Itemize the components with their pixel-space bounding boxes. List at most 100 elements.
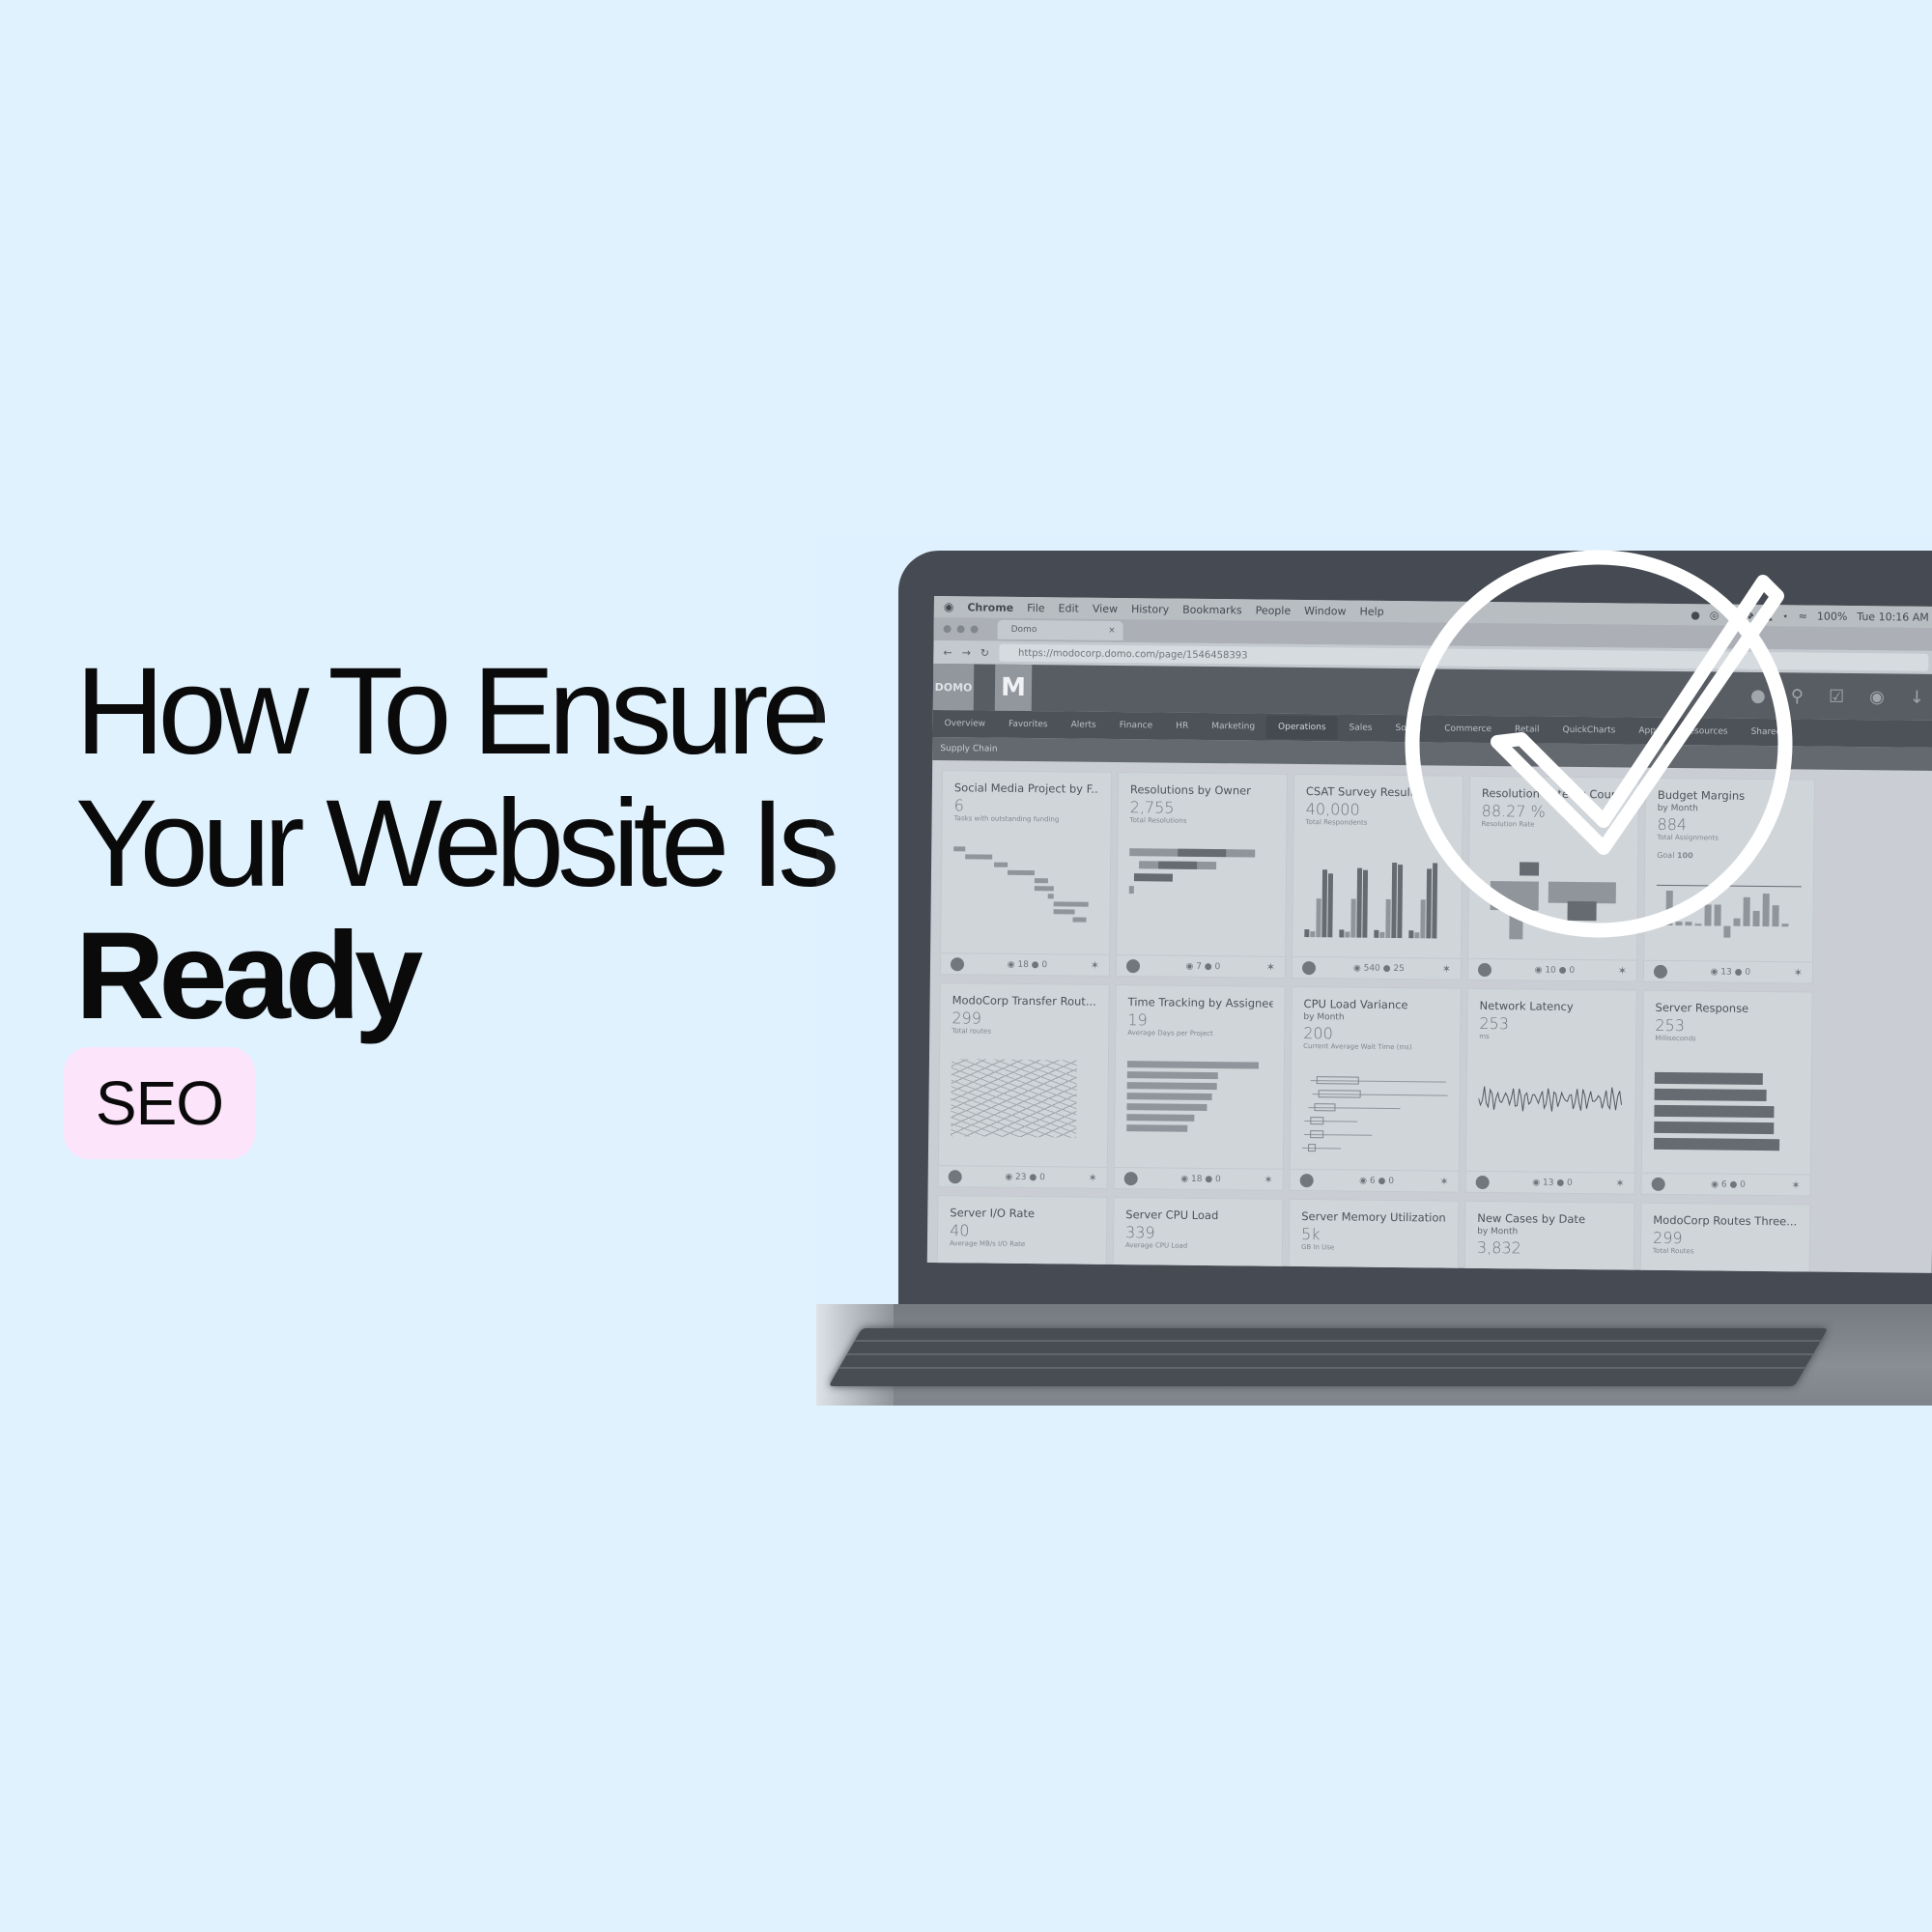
chart-bar [1178,848,1227,858]
card-label: Average CPU Load [1124,1241,1188,1250]
chart-bar [1654,1104,1775,1119]
views-count: 540 [1363,963,1380,974]
dashboard-card: CPU Load Variance by Month 200 Current Aver… [1289,985,1462,1193]
views-icon: ◉ [1005,1172,1016,1182]
menu-item: View [1092,602,1119,615]
card-label: Total Resolutions [1129,816,1187,825]
card-value: 19 [1127,1010,1148,1030]
chart-bar [1128,886,1134,895]
dashboard-card: New Cases by Date by Month 3,832 [1463,1200,1635,1273]
card-value: 253 [1655,1015,1686,1036]
chart-bar [1356,867,1363,938]
box [1310,1130,1324,1139]
chart-bar [1316,898,1321,938]
card-stats: ◉ 540 ● 25 [1316,963,1442,974]
card-title: Social Media Project by F... [953,781,1099,796]
dashboard-card: Social Media Project by F... 6 Tasks with … [939,770,1113,977]
card-value: 2,755 [1129,798,1175,817]
card-footer: ◉ 18 ● 0 ✶ [1114,1166,1283,1190]
comments-count: 0 [1215,1174,1221,1184]
card-value: 40 [950,1221,970,1240]
menu-item: People [1255,603,1292,617]
card-stats: ◉ 23 ● 0 [962,1172,1089,1182]
menu-item: Window [1304,604,1347,617]
chart-bar [1654,1088,1767,1102]
chart-bar [1034,886,1054,892]
chart-bar [1654,1137,1780,1151]
views-icon: ◉ [1180,1174,1192,1184]
chart-bar [1053,909,1075,915]
card-footer: ◉ 13 ● 0 ✶ [1465,1170,1634,1194]
chart-bar [1345,931,1350,938]
views-icon: ◉ [1532,1178,1544,1188]
chart-bar [1350,898,1356,938]
dashboard-card: Resolutions by Owner 2,755 Total Resolutio… [1115,772,1289,979]
dashboard-card: Server CPU Load 339 Average CPU Load [1112,1196,1284,1273]
card-subtitle: by Month [1303,1012,1345,1023]
card-tool-icon: ✶ [1617,964,1628,978]
chart-bar [1385,898,1391,938]
card-value: 253 [1479,1013,1510,1034]
chart-bar [1047,894,1054,899]
card-stats: ◉ 18 ● 0 [964,959,1091,970]
clock: Tue 10:16 AM [1857,610,1929,624]
avatar [1475,1175,1490,1189]
card-tool-icon: ✶ [1088,1171,1097,1184]
chart-bar [1654,1121,1775,1135]
chart-bar [1339,929,1345,938]
card-chart [1654,1066,1800,1165]
comments-icon: ● [1379,963,1394,974]
category-badge: SEO [64,1047,255,1159]
card-stats: ◉ 10 ● 0 [1492,965,1618,976]
card-label: Total Routes [1652,1246,1694,1256]
chart-bar [1374,929,1379,938]
avatar [1123,1171,1138,1185]
card-footer: ◉ 10 ● 0 ✶ [1467,957,1637,981]
chart-bar [1654,1071,1763,1086]
headline-line-1: How To Ensure [75,642,831,781]
headline: How To Ensure Your Website Is Ready [75,642,839,1042]
comments-icon: ● [1202,1174,1216,1184]
nav-tab: Finance [1119,721,1153,731]
card-stats: ◉ 13 ● 0 [1490,1178,1616,1188]
headline-line-2: Your Website Is [75,775,839,913]
card-title: Network Latency [1479,998,1574,1013]
views-count: 10 [1545,965,1556,976]
chart-bar [1133,873,1174,882]
avatar [1651,1177,1665,1191]
card-footer: ◉ 7 ● 0 ✶ [1116,954,1286,978]
tab-close-icon: × [1108,625,1116,636]
views-count: 23 [1015,1172,1027,1182]
chart-bar [1053,901,1089,907]
card-tool-icon: ✶ [1265,960,1276,974]
menu-item: Help [1359,605,1384,618]
nav-tab: Sales [1349,723,1373,733]
dashboard-card: Server I/O Rate 40 Average MB/s I/O Rate [936,1195,1108,1273]
card-chart [951,1059,1096,1157]
views-count: 18 [1017,959,1029,970]
chart-bar [1126,1071,1218,1080]
box [1314,1103,1336,1112]
dashboard-card: Server Response 253 Milliseconds ◉ 6 ● 0 ✶ [1640,989,1813,1197]
views-count: 13 [1542,1178,1554,1188]
card-footer: ◉ 23 ● 0 ✶ [938,1165,1107,1188]
card-label: GB In Use [1300,1243,1335,1252]
views-count: 18 [1191,1174,1203,1184]
comments-count: 25 [1393,963,1405,974]
card-label: ms [1479,1032,1490,1041]
box [1307,1144,1317,1152]
comments-count: 0 [1740,1179,1746,1190]
comments-count: 0 [1214,961,1221,972]
comments-count: 0 [1567,1178,1573,1188]
card-stats: ◉ 6 ● 0 [1314,1176,1440,1186]
card-tool-icon: ✶ [1264,1173,1273,1186]
domo-logo: DOMO [932,663,975,711]
avatar [950,956,965,971]
apple-icon: ◉ [943,600,954,614]
card-chart [1478,1065,1624,1163]
window-minimize-dot [956,625,965,634]
comments-icon: ● [1201,961,1215,972]
avatar [1125,958,1141,973]
card-title: Resolutions by Owner [1129,782,1252,798]
card-title: Server Memory Utilization [1301,1209,1446,1225]
